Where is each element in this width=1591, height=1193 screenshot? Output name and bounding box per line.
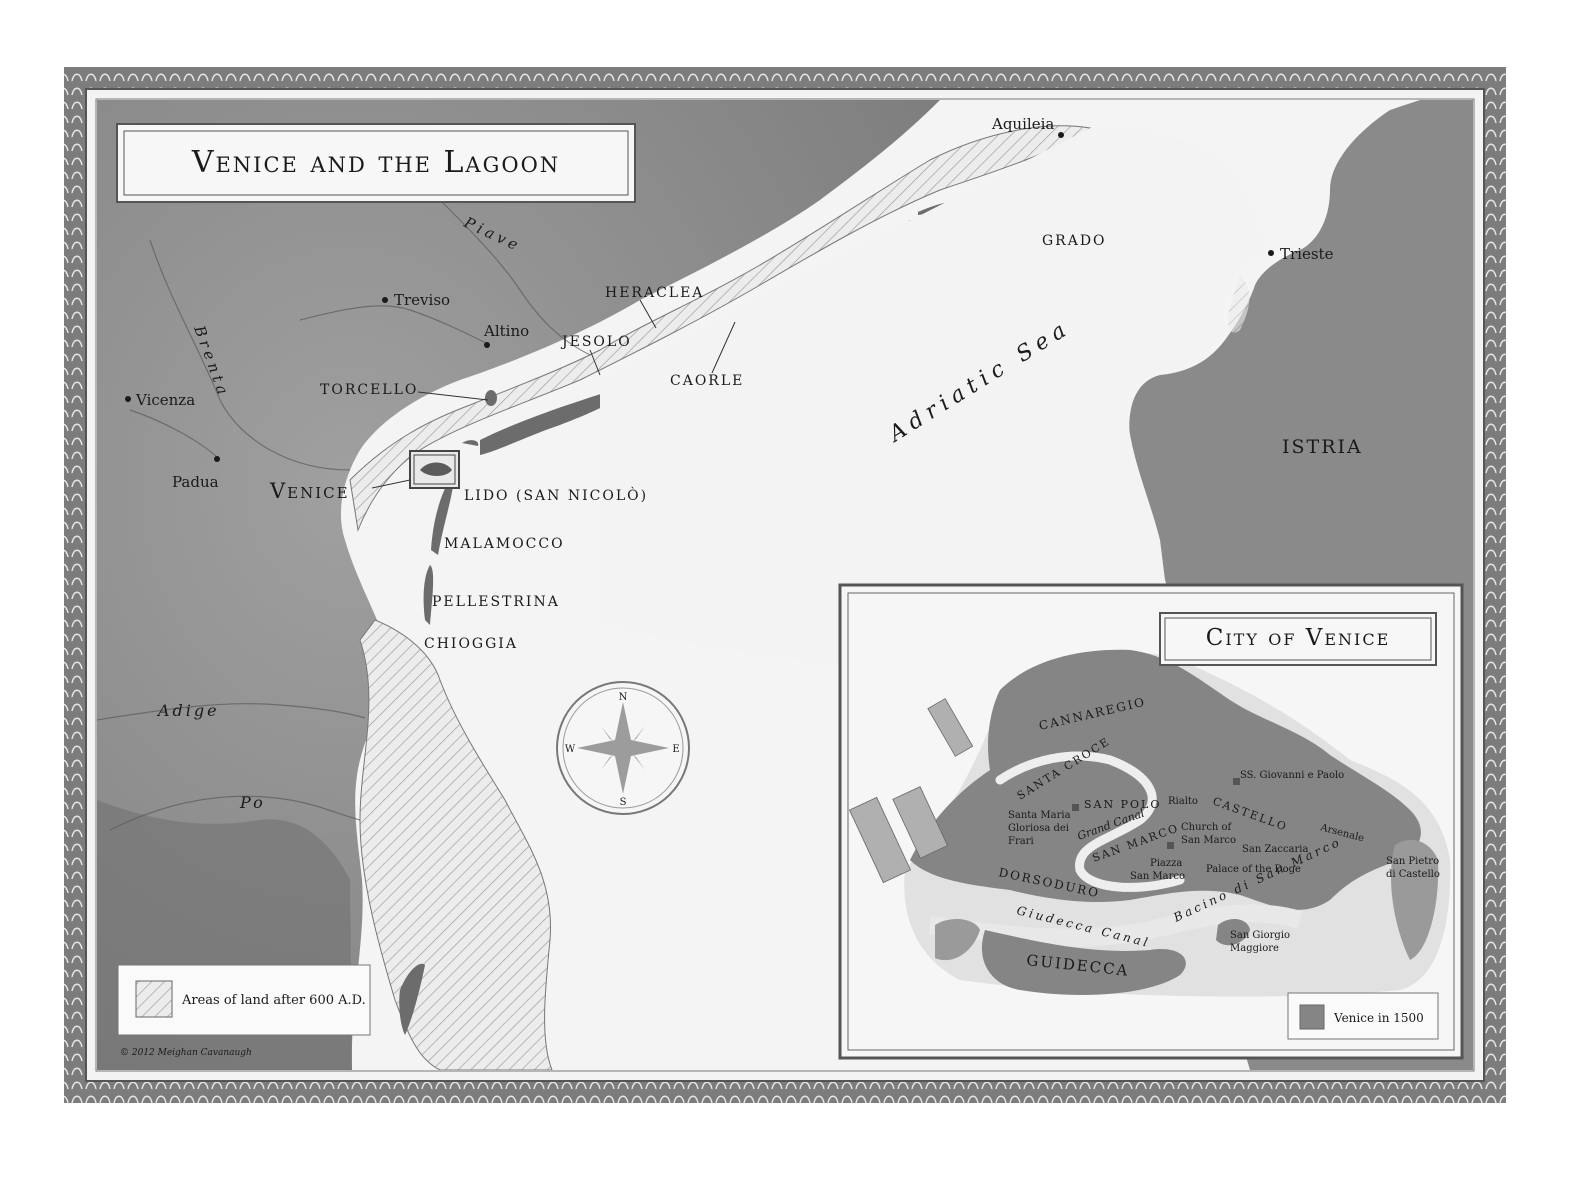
site-rialto: Rialto <box>1168 796 1198 807</box>
city-treviso: Treviso <box>394 291 450 309</box>
site-church-line1: Church of <box>1181 822 1233 833</box>
legend-inset-label: Venice in 1500 <box>1333 1011 1424 1025</box>
river-adige: Adige <box>156 701 220 720</box>
legend-inset-swatch <box>1299 1004 1325 1030</box>
site-san-pietro-line1: San Pietro <box>1386 856 1439 867</box>
inset-city-of-venice: City of Venice CANNAREGIO SANTA CROCE SA… <box>838 583 1464 1060</box>
site-piazza-line1: Piazza <box>1150 858 1182 869</box>
place-venice: Venice <box>269 479 350 503</box>
city-altino: Altino <box>483 322 529 340</box>
legend-main: Areas of land after 600 A.D. <box>117 964 371 1036</box>
copyright-note: © 2012 Meighan Cavanaugh <box>120 1048 252 1058</box>
compass-south: S <box>620 797 627 808</box>
place-caorle: CAORLE <box>670 373 744 389</box>
city-padua: Padua <box>172 473 219 491</box>
legend-label: Areas of land after 600 A.D. <box>181 993 366 1008</box>
title-box: Venice and the Lagoon <box>116 123 636 203</box>
site-san-giorgio-line2: Maggiore <box>1230 943 1279 954</box>
site-piazza-line2: San Marco <box>1130 871 1185 882</box>
site-san-giorgio-line1: San Giorgio <box>1230 930 1290 941</box>
place-malamocco: MALAMOCCO <box>444 536 565 552</box>
compass-rose: N S E W <box>556 681 690 815</box>
page-title: Venice and the Lagoon <box>191 145 560 180</box>
place-lido: LIDO (SAN NICOLÒ) <box>464 486 648 504</box>
place-chioggia: CHIOGGIA <box>424 636 518 652</box>
site-san-pietro-line2: di Castello <box>1386 869 1440 880</box>
place-torcello: TORCELLO <box>320 382 418 398</box>
region-istria: ISTRIA <box>1282 436 1363 458</box>
compass-west: W <box>565 744 576 755</box>
venice-locator-box <box>409 450 460 489</box>
city-aquileia: Aquileia <box>991 115 1054 133</box>
place-heraclea: HERACLEA <box>605 285 704 301</box>
site-frari-line2: Gloriosa dei <box>1008 823 1069 834</box>
place-jesolo: JESOLO <box>560 334 632 350</box>
place-pellestrina: PELLESTRINA <box>432 594 560 610</box>
compass-north: N <box>619 692 628 703</box>
compass-east: E <box>672 744 679 755</box>
city-vicenza: Vicenza <box>135 391 195 409</box>
city-trieste: Trieste <box>1280 245 1334 263</box>
inset-title: City of Venice <box>1206 625 1391 651</box>
venice-lagoon-map: Venice and the Lagoon Aquileia Trieste T… <box>64 67 1506 1103</box>
site-frari-line1: Santa Maria <box>1008 810 1071 821</box>
legend-hatch-swatch <box>135 980 173 1018</box>
district-san-polo: SAN POLO <box>1084 798 1161 811</box>
site-ss-giovanni: SS. Giovanni e Paolo <box>1240 770 1344 781</box>
place-grado: GRADO <box>1042 233 1107 249</box>
site-church-line2: San Marco <box>1181 835 1236 846</box>
river-po: Po <box>239 793 266 812</box>
site-frari-line3: Frari <box>1008 836 1034 847</box>
